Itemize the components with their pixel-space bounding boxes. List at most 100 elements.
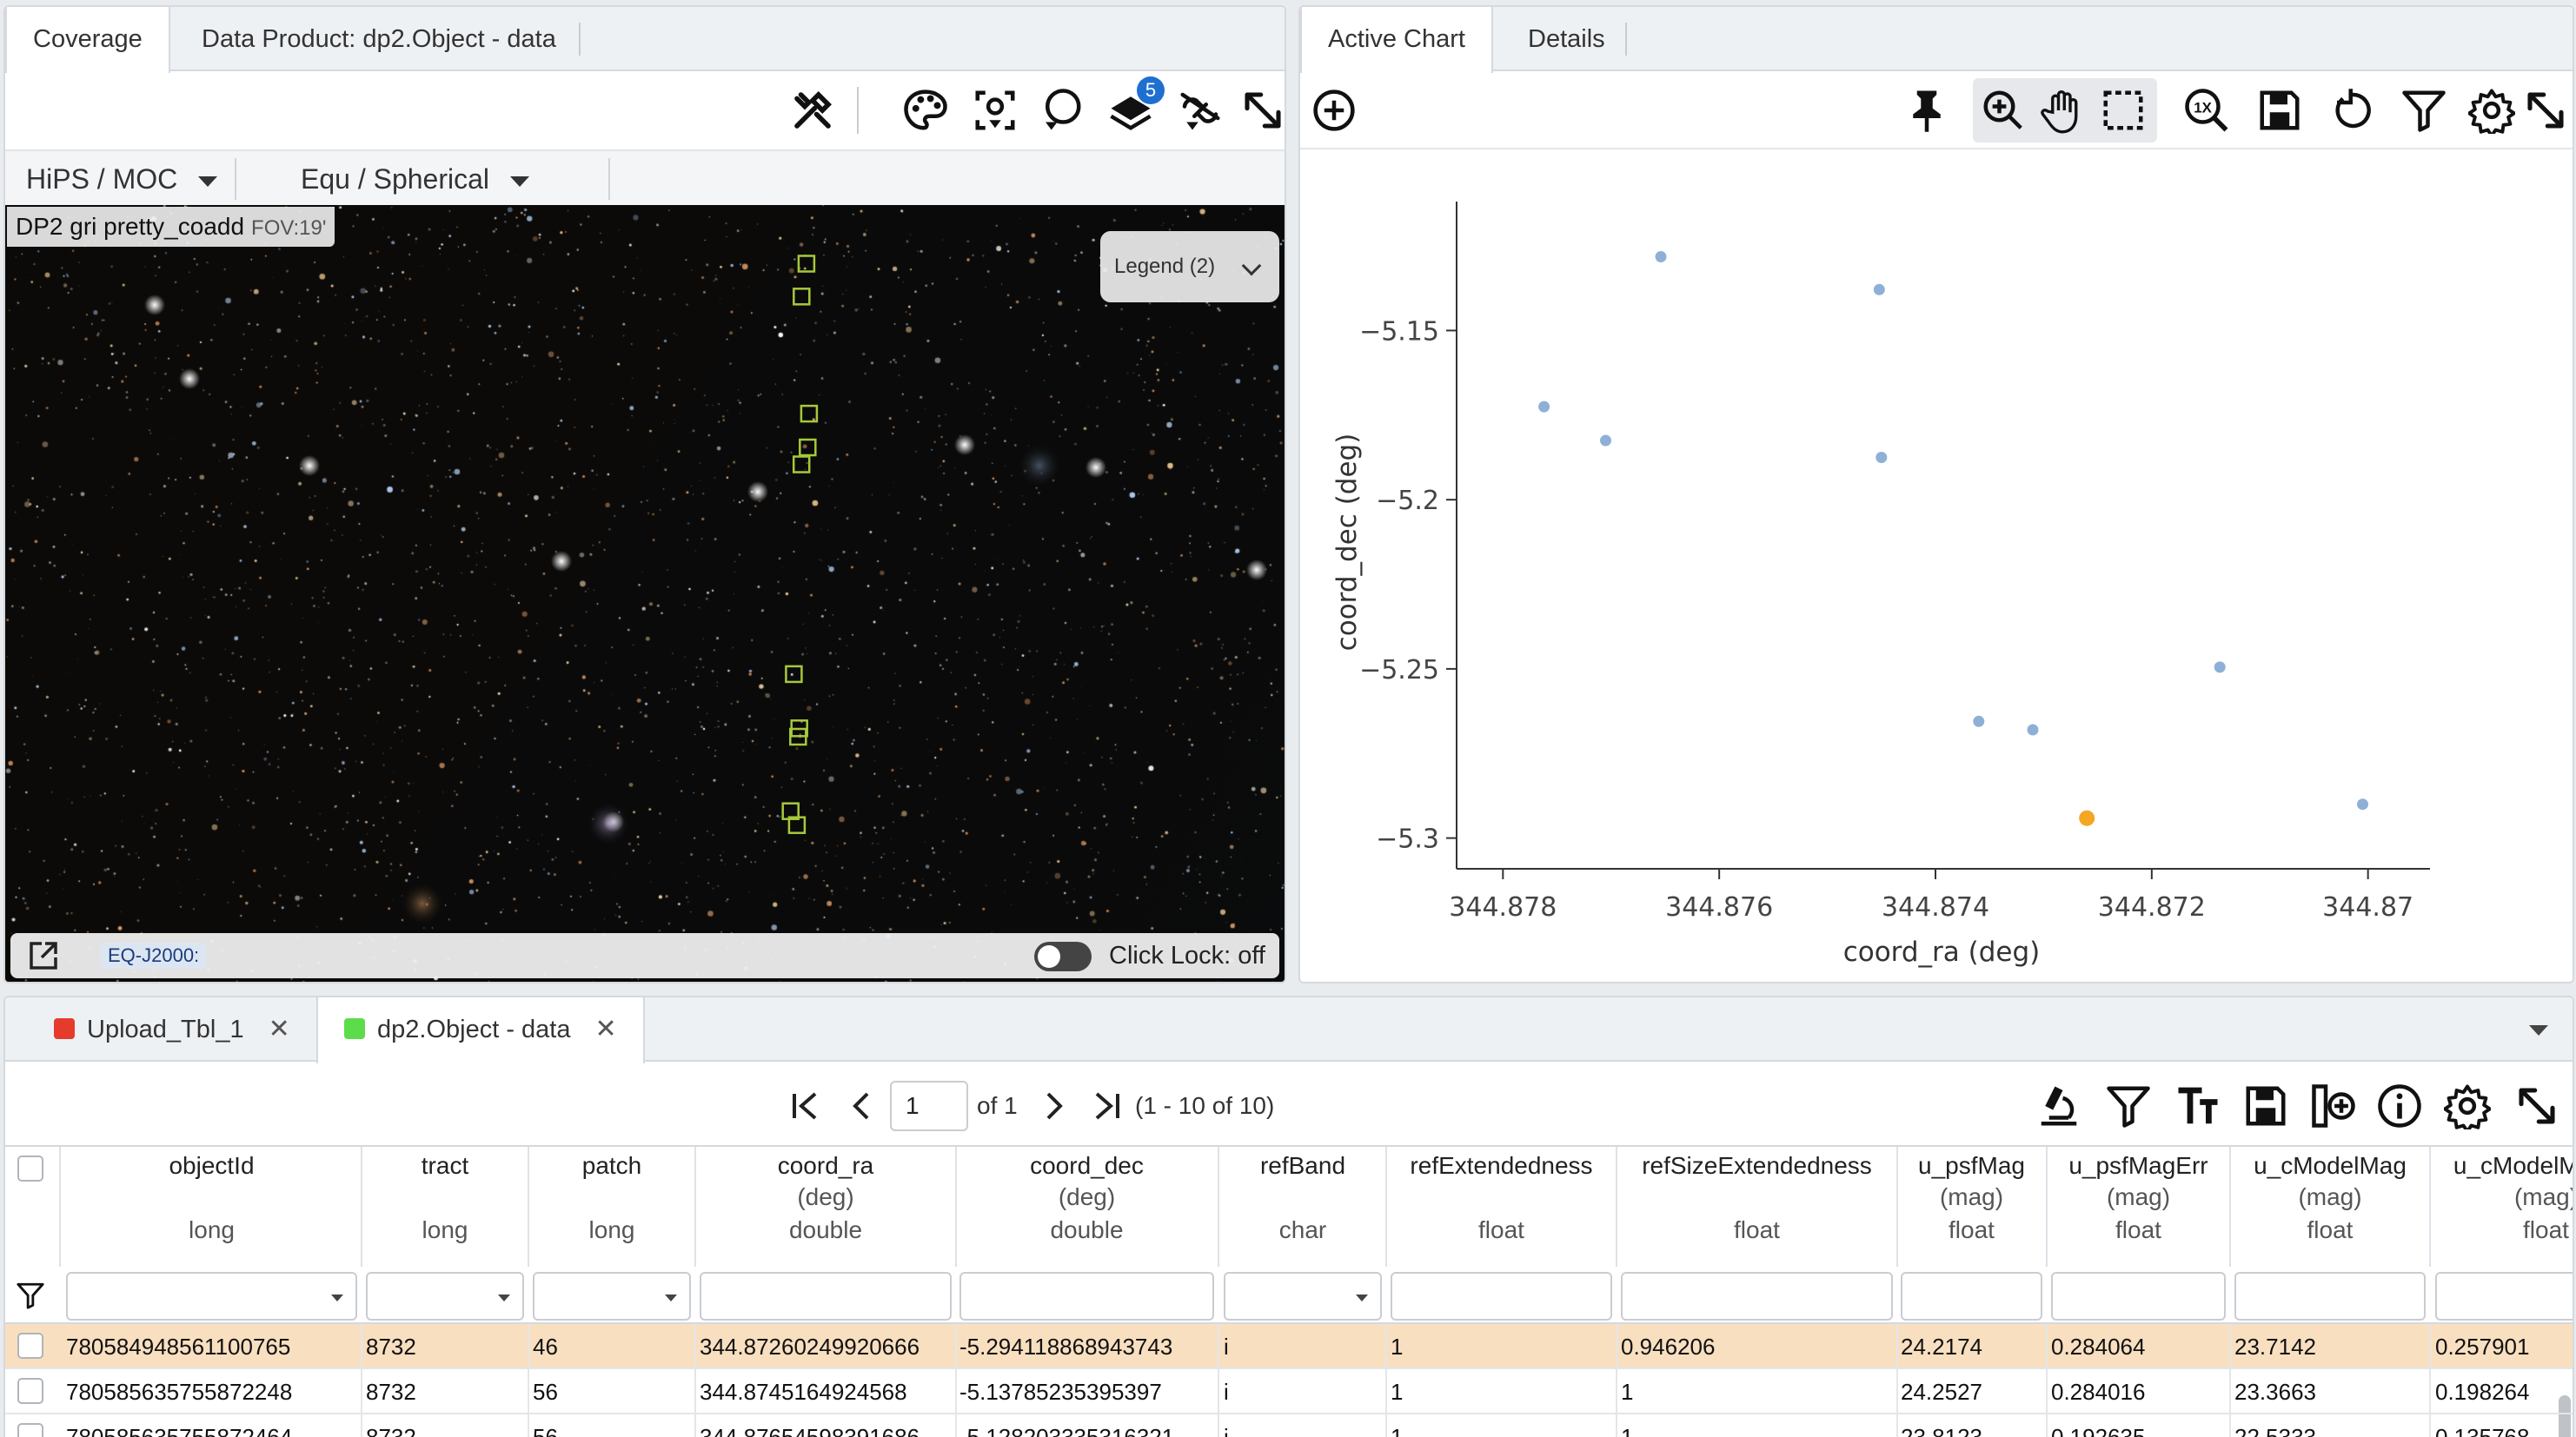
table-cell: 0.284064 bbox=[2048, 1324, 2231, 1369]
recenter-icon[interactable] bbox=[966, 82, 1024, 139]
catalog-marker[interactable] bbox=[797, 255, 816, 273]
select-icon[interactable] bbox=[2095, 82, 2152, 139]
row-checkbox[interactable] bbox=[17, 1333, 43, 1359]
tab-details[interactable]: Details bbox=[1502, 7, 1631, 71]
catalog-marker[interactable] bbox=[785, 665, 803, 684]
row-checkbox[interactable] bbox=[17, 1378, 43, 1404]
column-header-refExtendedness[interactable]: refExtendedness float bbox=[1387, 1147, 1617, 1267]
column-filter-input[interactable] bbox=[959, 1272, 1214, 1321]
column-header-coord_dec[interactable]: coord_dec (deg) double bbox=[956, 1147, 1219, 1267]
column-filter-input[interactable] bbox=[700, 1272, 952, 1321]
data-point[interactable] bbox=[1876, 452, 1888, 463]
filter-icon[interactable] bbox=[2100, 1077, 2157, 1135]
add-column-icon[interactable] bbox=[2305, 1077, 2362, 1135]
x-tick-label: 344.876 bbox=[1665, 892, 1773, 923]
previous-page-icon[interactable] bbox=[845, 1089, 880, 1123]
data-point[interactable] bbox=[1538, 401, 1550, 413]
info-icon[interactable] bbox=[2371, 1077, 2428, 1135]
column-header-refSizeExtendedness[interactable]: refSizeExtendedness float bbox=[1617, 1147, 1898, 1267]
column-header-u_psfMag[interactable]: u_psfMag (mag) float bbox=[1897, 1147, 2048, 1267]
filter-icon[interactable] bbox=[2395, 82, 2453, 139]
tab-data-product[interactable]: Data Product: dp2.Object - data bbox=[176, 7, 582, 71]
close-icon[interactable]: ✕ bbox=[594, 1015, 616, 1043]
catalog-marker[interactable] bbox=[793, 288, 811, 306]
external-link-icon[interactable] bbox=[28, 940, 59, 971]
column-header-u_cModelMagErr[interactable]: u_cModelMagErr (mag) float bbox=[2432, 1147, 2574, 1267]
restore-icon[interactable] bbox=[2324, 82, 2381, 139]
page-number-input[interactable]: 1 bbox=[890, 1081, 968, 1131]
chevron-down-icon[interactable] bbox=[2529, 1025, 2548, 1036]
scatter-chart[interactable]: 344.878 344.876 344.874 344.872 344.87 −5.15 −… bbox=[1300, 149, 2573, 982]
expand-icon[interactable] bbox=[2508, 1077, 2566, 1135]
first-page-icon[interactable] bbox=[787, 1089, 822, 1123]
tab-active-chart[interactable]: Active Chart bbox=[1300, 7, 1493, 73]
column-filter-input[interactable] bbox=[366, 1272, 524, 1321]
tab-dp2-object-data[interactable]: dp2.Object - data ✕ bbox=[316, 997, 645, 1063]
data-point[interactable] bbox=[1873, 283, 1885, 295]
column-header-refBand[interactable]: refBand char bbox=[1220, 1147, 1387, 1267]
column-header-coord_ra[interactable]: coord_ra (deg) double bbox=[696, 1147, 957, 1267]
palette-icon[interactable] bbox=[897, 82, 954, 139]
settings-icon[interactable] bbox=[2463, 82, 2520, 139]
select-area-icon[interactable] bbox=[1032, 82, 1090, 139]
column-unit: (mag) bbox=[2513, 1183, 2574, 1210]
column-filter-input[interactable] bbox=[1224, 1272, 1382, 1321]
highlighted-data-point[interactable] bbox=[2079, 810, 2095, 826]
legend-button[interactable]: Legend (2) bbox=[1100, 231, 1279, 302]
sky-image-viewer[interactable]: DP2 gri pretty_coadd FOV:19' Legend (2) E… bbox=[5, 205, 1285, 982]
data-point[interactable] bbox=[1600, 434, 1611, 447]
data-point[interactable] bbox=[1973, 715, 1985, 727]
column-header-u_cModelMag[interactable]: u_cModelMag (mag) float bbox=[2231, 1147, 2431, 1267]
column-type: double bbox=[1050, 1216, 1124, 1243]
close-icon[interactable]: ✕ bbox=[269, 1015, 290, 1043]
column-filter-input[interactable] bbox=[1391, 1272, 1612, 1321]
save-icon[interactable] bbox=[2237, 1077, 2294, 1135]
tab-coverage[interactable]: Coverage bbox=[5, 7, 170, 73]
catalog-marker[interactable] bbox=[792, 455, 811, 473]
column-header-u_psfMagErr[interactable]: u_psfMagErr (mag) float bbox=[2048, 1147, 2231, 1267]
settings-icon[interactable] bbox=[2439, 1077, 2496, 1135]
layers-icon[interactable]: 5 bbox=[1102, 76, 1165, 139]
save-icon[interactable] bbox=[2251, 82, 2308, 139]
pan-icon[interactable] bbox=[2034, 82, 2091, 139]
zoom-reset-icon[interactable]: 1X bbox=[2178, 82, 2235, 139]
table-row[interactable]: 780584948561100765 8732 46 344.872602499206… bbox=[5, 1324, 2573, 1369]
column-filter-input[interactable] bbox=[1901, 1272, 2042, 1321]
expand-icon[interactable] bbox=[2517, 82, 2573, 139]
table-row[interactable]: 780585635755872248 8732 56 344.874516492456… bbox=[5, 1369, 2573, 1414]
data-point[interactable] bbox=[1655, 251, 1667, 262]
data-point[interactable] bbox=[2357, 798, 2368, 811]
table-row[interactable]: 780585635755872464 8732 56 344.876545983916… bbox=[5, 1414, 2573, 1437]
column-header-tract[interactable]: tract long bbox=[362, 1147, 529, 1267]
zoom-icon[interactable] bbox=[1975, 82, 2032, 139]
click-lock-toggle[interactable] bbox=[1034, 942, 1092, 971]
column-filter-input[interactable] bbox=[1621, 1272, 1893, 1321]
tab-upload-tbl[interactable]: Upload_Tbl_1 ✕ bbox=[54, 997, 290, 1062]
text-size-icon[interactable] bbox=[2169, 1077, 2227, 1135]
column-filter-input[interactable] bbox=[2435, 1272, 2573, 1321]
coordinate-system-selector[interactable]: Equ / Spherical bbox=[301, 151, 530, 207]
select-all-checkbox[interactable] bbox=[17, 1156, 43, 1182]
select-all-header bbox=[5, 1147, 61, 1267]
column-filter-input[interactable] bbox=[66, 1272, 357, 1321]
table-cell: 780585635755872464 bbox=[63, 1414, 362, 1437]
unlock-icon[interactable] bbox=[1172, 82, 1229, 139]
column-filter-input[interactable] bbox=[533, 1272, 691, 1321]
catalog-marker[interactable] bbox=[799, 438, 817, 457]
microscope-icon[interactable] bbox=[2030, 1077, 2088, 1135]
tools-icon[interactable] bbox=[784, 82, 841, 139]
pin-icon[interactable] bbox=[1898, 82, 1955, 139]
catalog-marker[interactable] bbox=[800, 404, 819, 423]
column-header-patch[interactable]: patch long bbox=[529, 1147, 696, 1267]
expand-icon[interactable] bbox=[1234, 82, 1285, 139]
column-filter-input[interactable] bbox=[2234, 1272, 2426, 1321]
column-header-objectId[interactable]: objectId long bbox=[63, 1147, 362, 1267]
data-point[interactable] bbox=[2214, 661, 2226, 673]
column-filter-input[interactable] bbox=[2051, 1272, 2226, 1321]
add-chart-icon[interactable] bbox=[1305, 82, 1363, 139]
hips-moc-selector[interactable]: HiPS / MOC bbox=[26, 151, 218, 207]
next-page-icon[interactable] bbox=[1036, 1089, 1071, 1123]
last-page-icon[interactable] bbox=[1090, 1089, 1125, 1123]
data-point[interactable] bbox=[2027, 724, 2039, 736]
row-checkbox[interactable] bbox=[17, 1423, 43, 1437]
